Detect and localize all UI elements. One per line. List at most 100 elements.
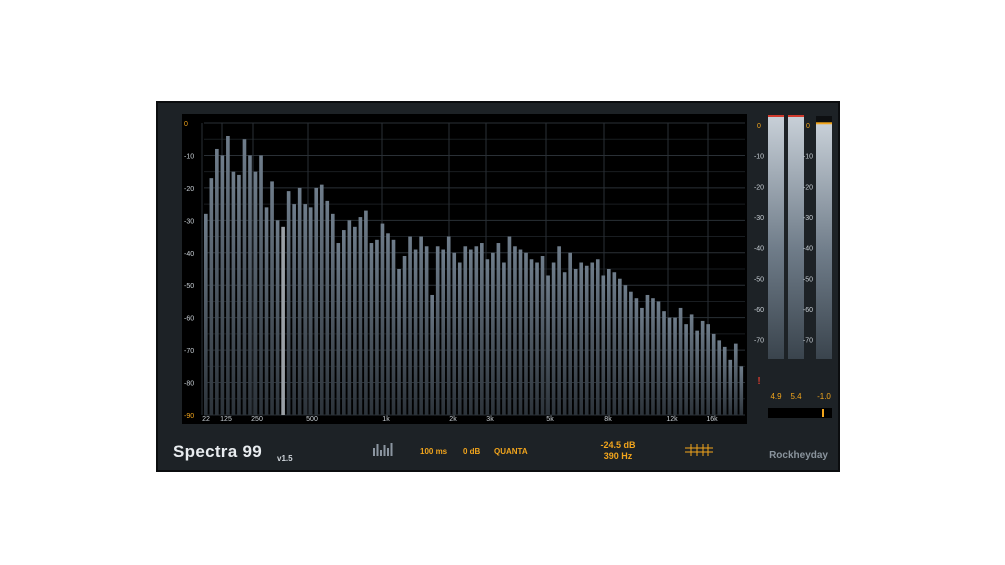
spectrum-bar xyxy=(292,204,296,415)
spectrum-bar xyxy=(330,213,335,415)
spectrum-bar xyxy=(391,239,396,415)
meter-peak xyxy=(816,122,832,125)
spectrum-bar xyxy=(684,324,688,415)
spectrum-bar xyxy=(364,210,368,415)
meter-value: -1.0 xyxy=(817,392,831,401)
readout-frequency: 390 Hz xyxy=(603,451,633,461)
spectrum-bar xyxy=(325,200,330,415)
meter-scale-label: -50 xyxy=(754,276,764,283)
meter-fill xyxy=(788,116,804,359)
spectrum-bar xyxy=(634,298,639,415)
spectrum-bar xyxy=(562,272,567,415)
spectrum-bar xyxy=(231,171,236,415)
meter-value: 4.9 xyxy=(770,392,782,401)
spectrum-bar xyxy=(358,217,363,415)
readout-level: -24.5 dB xyxy=(600,440,636,450)
spectrum-bar xyxy=(651,298,655,415)
spectrum-bar xyxy=(573,269,578,415)
spectrum-bar xyxy=(336,243,341,415)
spectrum-bar xyxy=(430,294,434,415)
y-tick-label: -40 xyxy=(184,251,194,258)
spectrum-bar xyxy=(220,155,225,415)
meter-scale-label: 0 xyxy=(757,123,761,130)
spectrum-bar xyxy=(209,178,214,415)
spectrum-bar xyxy=(584,265,589,415)
spectrum-bar xyxy=(319,184,324,415)
grid-icon[interactable] xyxy=(685,444,713,456)
spectrum-analyzer[interactable]: 0 -10 -20 -30 -40 -50 -60 -70 -80 -90 22 125 250 500 1… xyxy=(182,114,747,424)
spectrum-bar xyxy=(673,317,677,415)
spectrum-bar xyxy=(595,259,600,415)
spectrum-bar xyxy=(717,340,722,415)
spectrum-bar xyxy=(557,246,561,415)
y-tick-label: -60 xyxy=(184,316,194,323)
spectrum-bar xyxy=(281,226,285,415)
spectrum-bar xyxy=(303,204,308,415)
spectrum-bar xyxy=(457,262,462,415)
y-tick-label: -80 xyxy=(184,381,194,388)
spectrum-bar xyxy=(369,243,374,415)
bars-icon[interactable] xyxy=(373,442,395,456)
meter-scale-label: -70 xyxy=(754,338,764,345)
spectrum-bar xyxy=(375,239,379,415)
spectrum-bar xyxy=(618,278,622,415)
bottom-toolbar: Spectra 99 v1.5 100 ms 0 dB QUANTA -24.5… xyxy=(158,430,838,470)
gain-button[interactable]: 0 dB xyxy=(463,447,480,456)
scale-mode-button[interactable]: QUANTA xyxy=(494,447,528,456)
spectrum-bar xyxy=(722,346,727,415)
spectrum-bar xyxy=(264,207,269,415)
meter-scale-label: -20 xyxy=(754,184,764,191)
x-tick-label: 12k xyxy=(666,416,678,423)
spectrum-bar xyxy=(662,311,666,415)
app-version: v1.5 xyxy=(277,454,293,463)
spectrum-bar xyxy=(204,213,208,415)
cursor-readout: -24.5 dB 390 Hz xyxy=(588,440,648,462)
spectrum-bar xyxy=(226,135,230,416)
meter-scale-label: -60 xyxy=(754,307,764,314)
spectrum-bar xyxy=(711,333,716,415)
spectrum-bar xyxy=(347,220,352,415)
spectrum-bar xyxy=(275,220,280,415)
spectrum-bar xyxy=(645,294,650,415)
app-title: Spectra 99 xyxy=(173,442,262,461)
spectrum-bar xyxy=(386,233,390,415)
spectrum-bar xyxy=(739,366,744,415)
spectrum-bar xyxy=(215,148,219,415)
level-meters-panel: 4.9 5.4 -1.0 0 0 -10 -10 -20 -20 -30 -30 -40 -40 -50 -… xyxy=(754,115,832,418)
spectrum-bar xyxy=(695,330,699,415)
meter-peak xyxy=(768,115,784,117)
spectrum-bar xyxy=(623,285,628,415)
spectrum-bar xyxy=(242,139,247,415)
spectrum-bar xyxy=(435,246,440,415)
spectrum-bar xyxy=(612,272,617,415)
meter-scale-label: -50 xyxy=(803,276,813,283)
meter-scale-label: -30 xyxy=(754,215,764,222)
spectrum-bar xyxy=(402,256,407,415)
x-tick-label: 3k xyxy=(486,416,494,423)
y-tick-label: -70 xyxy=(184,348,194,355)
spectrum-bar xyxy=(286,191,291,415)
meter-scale-label: -40 xyxy=(754,246,764,253)
spectrum-bar xyxy=(513,246,517,415)
brand-label: Rockheyday xyxy=(769,450,828,461)
spectrum-bar xyxy=(237,174,241,415)
spectrum-bar xyxy=(270,181,274,415)
y-tick-label: 0 xyxy=(184,121,188,128)
y-tick-label: -30 xyxy=(184,218,194,225)
spectrum-bar xyxy=(629,291,633,415)
spectrum-bar xyxy=(353,226,357,415)
spectrum-bar xyxy=(259,155,263,415)
spectrum-bar xyxy=(441,249,446,415)
spectrum-bar xyxy=(529,259,534,415)
y-tick-label: -10 xyxy=(184,153,194,160)
response-time-button[interactable]: 100 ms xyxy=(420,447,447,456)
spectrum-bar xyxy=(535,262,539,415)
meter-scale-label: -10 xyxy=(754,154,764,161)
x-tick-label: 1k xyxy=(382,416,390,423)
spectrum-bar xyxy=(678,307,683,415)
spectrum-bar xyxy=(502,262,506,415)
spectrum-bar xyxy=(524,252,528,415)
meter-peak xyxy=(788,115,804,117)
spectrum-bar xyxy=(689,314,694,415)
meter-scale-label: -70 xyxy=(803,338,813,345)
